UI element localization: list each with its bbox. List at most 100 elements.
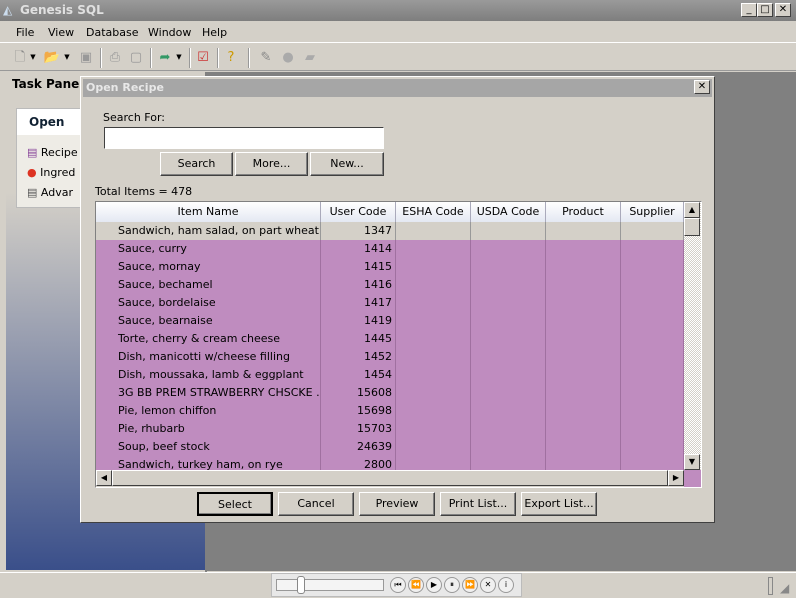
app-title-bar: Genesis SQL (0, 0, 796, 21)
scroll-down-button[interactable]: ▼ (684, 454, 700, 470)
print-list-button[interactable]: Print List... (440, 492, 516, 516)
print-icon[interactable]: ⎙ (105, 48, 125, 67)
tomato-icon: ● (27, 166, 37, 179)
table-cell (546, 438, 621, 456)
column-header-supplier[interactable]: Supplier (621, 202, 684, 222)
menu-window[interactable]: Window (148, 26, 191, 39)
table-cell (396, 438, 471, 456)
comment-icon[interactable]: ● (278, 48, 298, 67)
table-cell: 1347 (321, 222, 396, 240)
table-cell (396, 348, 471, 366)
new-button[interactable]: New... (310, 152, 384, 176)
table-cell: Sauce, curry (96, 240, 321, 258)
search-button[interactable]: Search (160, 152, 233, 176)
table-row[interactable]: Sauce, bearnaise 1419 (96, 312, 684, 330)
rewind-icon[interactable]: ⏪ (408, 577, 424, 593)
column-header-product[interactable]: Product (546, 202, 621, 222)
scroll-left-button[interactable]: ◀ (96, 470, 112, 486)
toolbar-separator (217, 48, 219, 68)
resize-grip-icon[interactable]: ◢ (780, 581, 789, 595)
table-row[interactable]: Pie, lemon chiffon 15698 (96, 402, 684, 420)
export-list-button[interactable]: Export List... (521, 492, 597, 516)
toolbar-separator (150, 48, 152, 68)
table-cell (471, 222, 546, 240)
dialog-title: Open Recipe (83, 79, 712, 97)
table-cell (546, 402, 621, 420)
table-row[interactable]: Torte, cherry & cream cheese 1445 (96, 330, 684, 348)
scroll-thumb[interactable] (684, 218, 700, 236)
table-row[interactable]: Sauce, mornay 1415 (96, 258, 684, 276)
table-cell: Torte, cherry & cream cheese (96, 330, 321, 348)
column-header-item-name[interactable]: Item Name (96, 202, 321, 222)
preview-button[interactable]: Preview (359, 492, 435, 516)
cancel-button[interactable]: Cancel (278, 492, 354, 516)
report-icon[interactable]: ☑ (193, 48, 213, 67)
edit-icon[interactable]: ✎ (256, 48, 276, 67)
table-row[interactable]: Soup, beef stock 24639 (96, 438, 684, 456)
table-cell (546, 294, 621, 312)
horizontal-scrollbar[interactable]: ◀ ▶ (96, 470, 684, 487)
table-cell (546, 258, 621, 276)
close-button[interactable]: ✕ (775, 3, 791, 17)
column-header-usda-code[interactable]: USDA Code (471, 202, 546, 222)
more-button[interactable]: More... (235, 152, 308, 176)
maximize-button[interactable]: □ (757, 3, 773, 17)
table-cell (396, 420, 471, 438)
scroll-up-button[interactable]: ▲ (684, 202, 700, 218)
save-icon[interactable]: ▣ (76, 48, 96, 67)
menu-help[interactable]: Help (202, 26, 227, 39)
table-cell (621, 240, 684, 258)
table-row[interactable]: Pie, rhubarb 15703 (96, 420, 684, 438)
table-cell (621, 294, 684, 312)
dropdown-icon[interactable]: ▼ (174, 48, 184, 67)
stop-icon[interactable]: ✕ (480, 577, 496, 593)
table-row[interactable]: Sauce, curry 1414 (96, 240, 684, 258)
media-slider-knob[interactable] (297, 576, 305, 594)
table-row[interactable]: Dish, manicotti w/cheese filling 1452 (96, 348, 684, 366)
select-button[interactable]: Select (197, 492, 273, 516)
vertical-scrollbar[interactable]: ▲ ▼ (684, 202, 701, 470)
table-cell (471, 240, 546, 258)
table-row[interactable]: Sauce, bordelaise 1417 (96, 294, 684, 312)
dropdown-icon[interactable]: ▼ (62, 48, 72, 67)
table-cell: 1419 (321, 312, 396, 330)
dropdown-icon[interactable]: ▼ (28, 48, 38, 67)
skip-start-icon[interactable]: ⏮ (390, 577, 406, 593)
hscroll-thumb[interactable] (112, 470, 668, 486)
export-icon[interactable]: ➦ (155, 48, 175, 67)
info-icon[interactable]: i (498, 577, 514, 593)
table-cell (621, 312, 684, 330)
open-icon[interactable]: 📂 (42, 48, 62, 67)
media-slider[interactable] (276, 576, 384, 594)
new-icon[interactable]: 🗋 (10, 48, 30, 67)
table-row[interactable]: Sauce, bechamel 1416 (96, 276, 684, 294)
table-row[interactable]: Dish, moussaka, lamb & eggplant 1454 (96, 366, 684, 384)
column-header-esha-code[interactable]: ESHA Code (396, 202, 471, 222)
table-cell (621, 348, 684, 366)
search-input[interactable] (104, 127, 384, 149)
table-cell (396, 294, 471, 312)
table-cell: 1415 (321, 258, 396, 276)
table-row[interactable]: Sandwich, ham salad, on part wheat 1347 (96, 222, 684, 240)
menu-view[interactable]: View (48, 26, 74, 39)
scroll-right-button[interactable]: ▶ (668, 470, 684, 486)
menu-bar: File View Database Window Help (0, 22, 796, 43)
minimize-button[interactable]: _ (741, 3, 757, 17)
print-preview-icon[interactable]: ▢ (126, 48, 146, 67)
table-row[interactable]: 3G BB PREM STRAWBERRY CHSCKE ... 15608 (96, 384, 684, 402)
folder-icon[interactable]: ▰ (300, 48, 320, 67)
app-title: Genesis SQL (20, 3, 104, 17)
help-icon[interactable]: ? (221, 48, 241, 67)
table-cell: 24639 (321, 438, 396, 456)
fast-forward-icon[interactable]: ⏩ (462, 577, 478, 593)
table-cell: Dish, manicotti w/cheese filling (96, 348, 321, 366)
table-cell (471, 276, 546, 294)
column-header-user-code[interactable]: User Code (321, 202, 396, 222)
play-icon[interactable]: ▶ (426, 577, 442, 593)
dialog-close-button[interactable]: ✕ (694, 80, 710, 94)
menu-file[interactable]: File (16, 26, 34, 39)
pause-icon[interactable]: ⏸ (444, 577, 460, 593)
table-cell: 1452 (321, 348, 396, 366)
table-cell: 1416 (321, 276, 396, 294)
menu-database[interactable]: Database (86, 26, 139, 39)
